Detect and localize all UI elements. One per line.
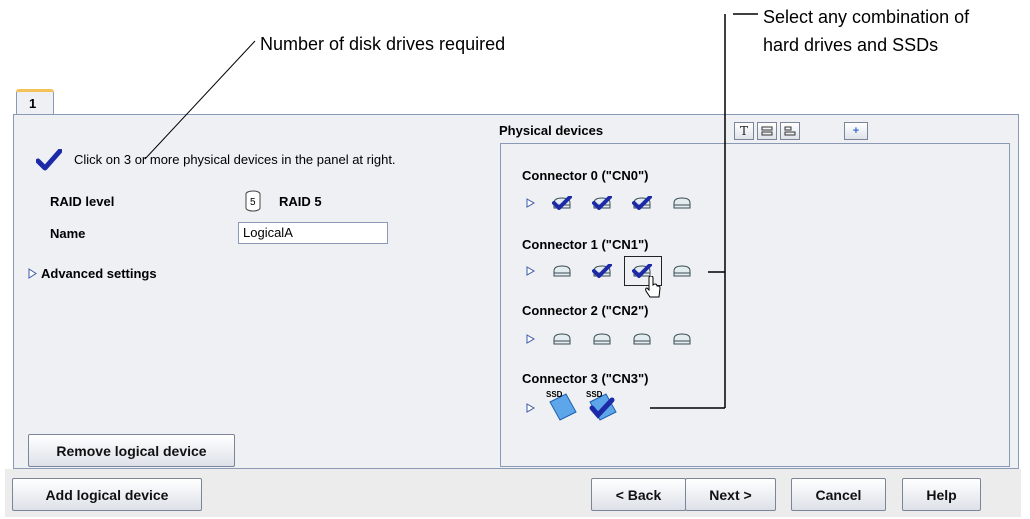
instruction-text: Click on 3 or more physical devices in t… (74, 152, 396, 167)
list-view-icon (761, 126, 773, 136)
tab-1[interactable]: 1 (16, 89, 54, 115)
connector-3-expand-icon[interactable] (526, 403, 535, 413)
compact-view-icon (784, 126, 796, 136)
advanced-settings-toggle[interactable]: Advanced settings (41, 266, 157, 281)
raid-level-label: RAID level (50, 194, 115, 209)
raid-icon-number: 5 (250, 197, 256, 208)
connector-2-label: Connector 2 ("CN2") (522, 303, 649, 318)
cancel-button[interactable]: Cancel (791, 478, 886, 511)
connector-2-expand-icon[interactable] (526, 334, 535, 344)
ssd-selected-icon[interactable]: SSD (584, 390, 618, 422)
raid-5-icon: 5 (244, 190, 262, 212)
connector-0-expand-icon[interactable] (526, 198, 535, 208)
expand-triangle-icon[interactable] (28, 268, 37, 279)
text-view-button[interactable]: T (734, 122, 754, 140)
remove-logical-device-button[interactable]: Remove logical device (28, 434, 235, 467)
next-button[interactable]: Next > (685, 478, 776, 511)
hard-drive-icon[interactable] (672, 264, 692, 278)
checkmark-icon (36, 149, 62, 171)
ssd-icon[interactable]: SSD (544, 390, 578, 422)
help-button[interactable]: Help (902, 478, 981, 511)
connector-1-expand-icon[interactable] (526, 266, 535, 276)
list-view-button[interactable] (757, 122, 777, 140)
ssd-label: SSD (586, 390, 603, 399)
connector-1-label: Connector 1 ("CN1") (522, 237, 649, 252)
back-button[interactable]: < Back (591, 478, 686, 511)
hard-drive-selected-icon[interactable] (632, 196, 652, 210)
compact-view-button[interactable] (780, 122, 800, 140)
callout-select-line2: hard drives and SSDs (763, 35, 939, 55)
connector-3-label: Connector 3 ("CN3") (522, 371, 649, 386)
name-label: Name (50, 226, 86, 241)
hand-cursor-icon (645, 276, 661, 298)
hard-drive-icon[interactable] (552, 264, 572, 278)
physical-devices-title: Physical devices (499, 123, 604, 138)
ssd-label: SSD (546, 390, 563, 399)
callout-disks-required: Number of disk drives required (260, 34, 506, 54)
hard-drive-icon[interactable] (632, 332, 652, 346)
callout-select-line1: Select any combination of (763, 7, 970, 27)
hard-drive-icon[interactable] (672, 196, 692, 210)
add-device-button[interactable]: + (844, 122, 868, 140)
hard-drive-selected-icon[interactable] (592, 264, 612, 278)
raid-level-value: RAID 5 (279, 194, 322, 209)
add-logical-device-button[interactable]: Add logical device (12, 478, 202, 511)
hard-drive-icon[interactable] (672, 332, 692, 346)
hard-drive-selected-icon[interactable] (592, 196, 612, 210)
connector-0-label: Connector 0 ("CN0") (522, 168, 649, 183)
hard-drive-icon[interactable] (552, 332, 572, 346)
name-field[interactable]: LogicalA (238, 222, 388, 244)
hard-drive-selected-icon[interactable] (552, 196, 572, 210)
hard-drive-icon[interactable] (592, 332, 612, 346)
